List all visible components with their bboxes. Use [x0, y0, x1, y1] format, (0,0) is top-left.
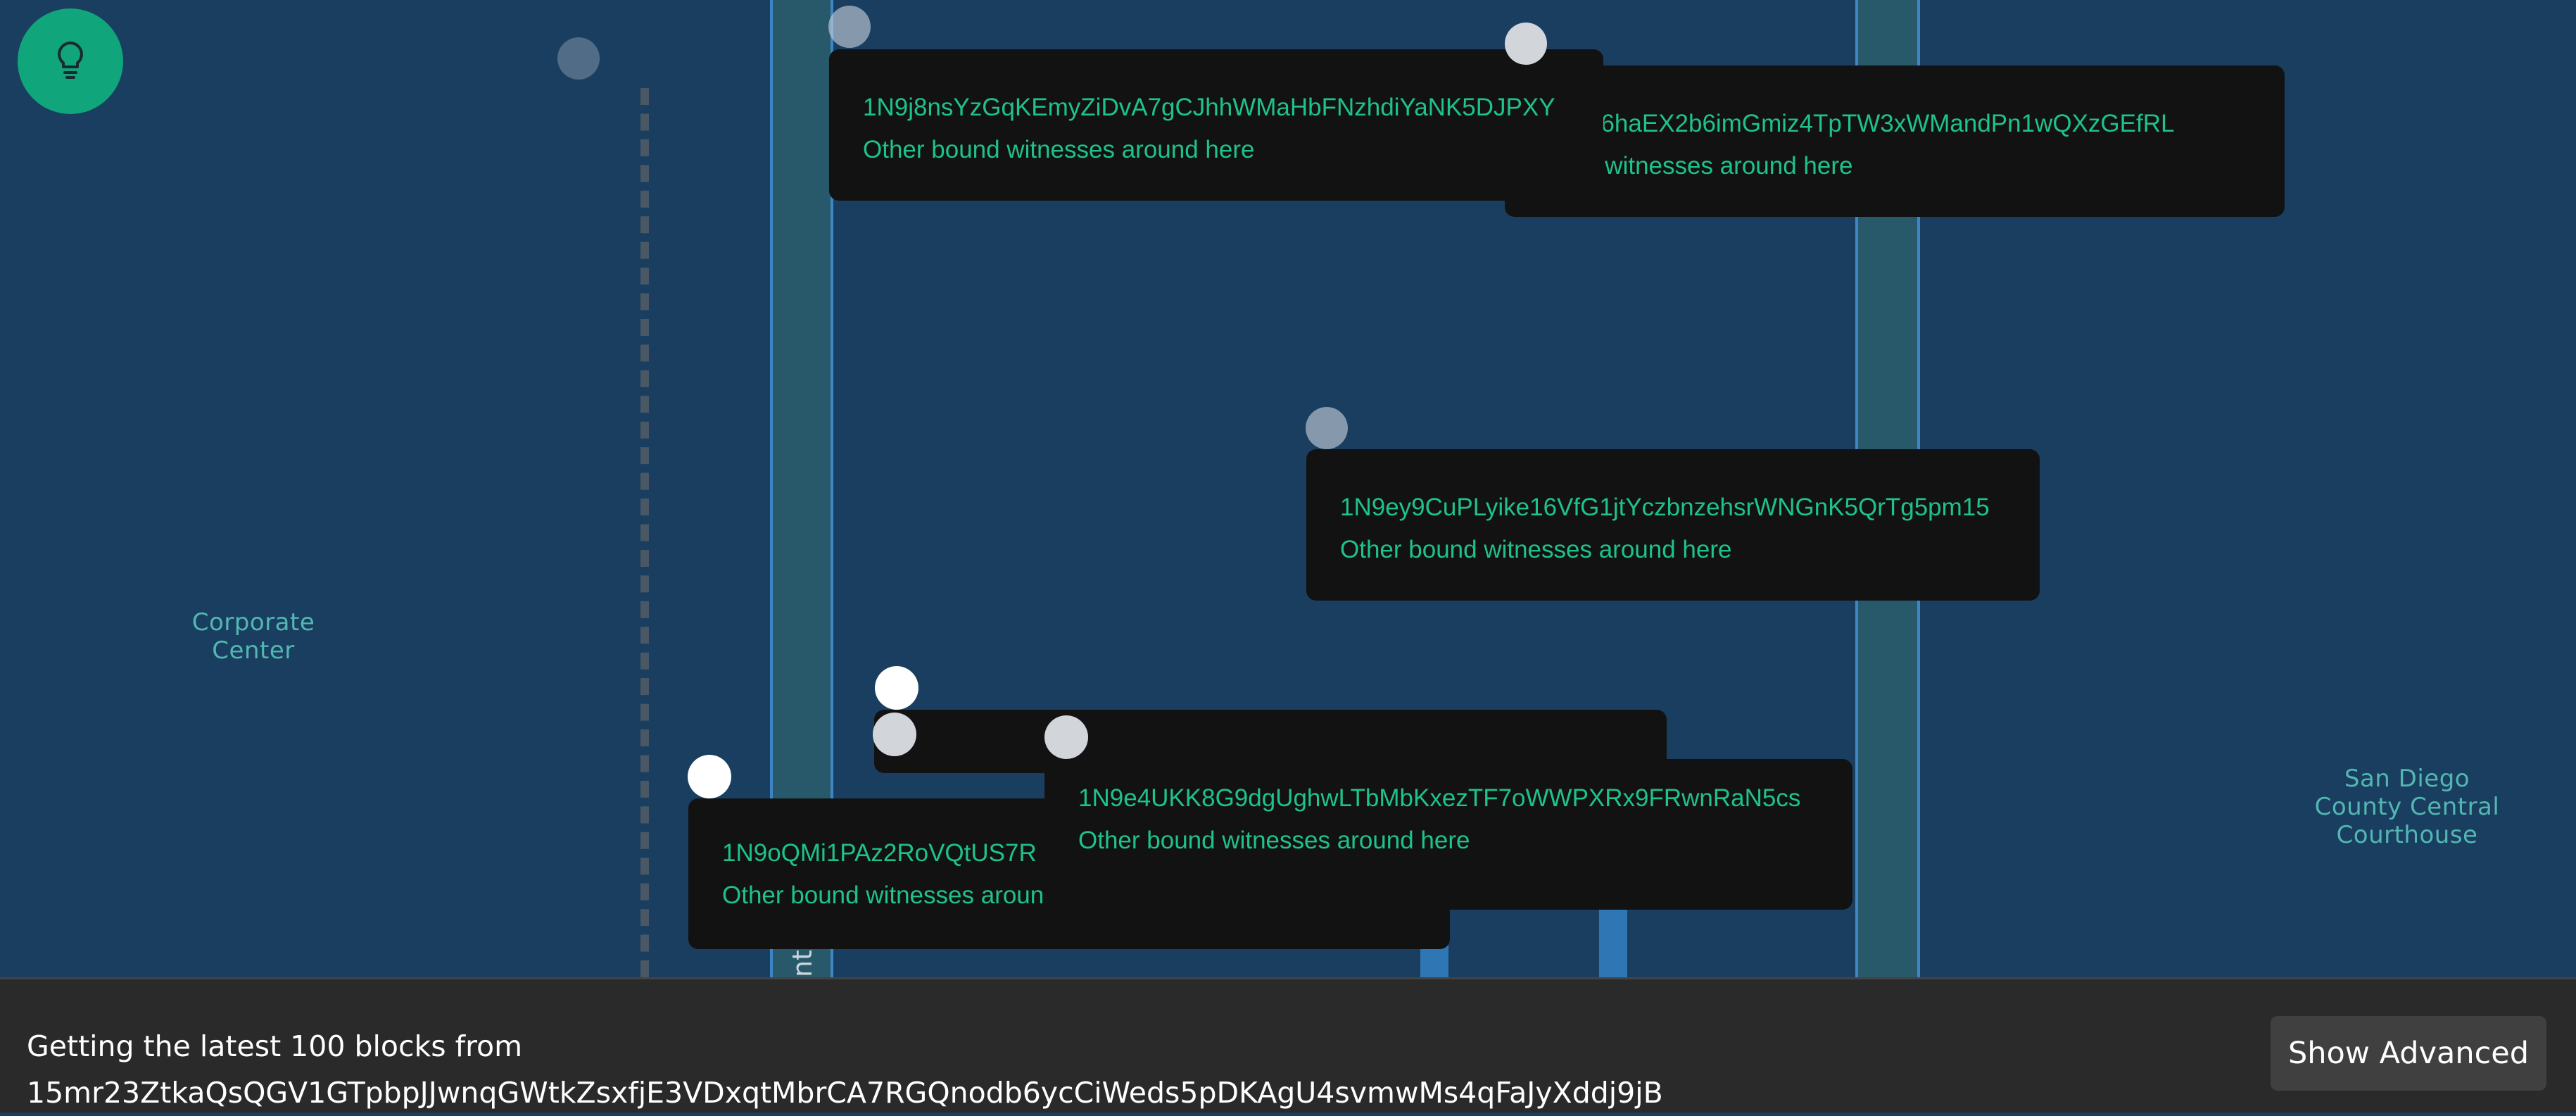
witness-marker[interactable]	[1306, 407, 1348, 449]
witness-marker[interactable]	[1505, 23, 1547, 65]
witness-marker[interactable]	[828, 6, 871, 48]
status-line: Getting the latest 100 blocks from	[27, 1029, 523, 1063]
witness-address[interactable]: 1N9e4UKK8G9dgUghwLTbMbKxezTF7oWWPXRx9FRw…	[1078, 777, 1819, 820]
lightbulb-icon	[55, 40, 86, 83]
map-view[interactable]: nt Corporate Center San Diego County Cen…	[0, 0, 2576, 977]
witness-subtitle: Other bound witnesses around here	[1078, 827, 1470, 854]
witness-popup[interactable]: 1N9ey9CuPLyike16VfG1jtYczbnzehsrWNGnK5Qr…	[1306, 449, 2040, 601]
place-label-corporate-center: Corporate Center	[191, 608, 315, 665]
witness-address[interactable]: 1N9j8nsYzGqKEmyZiDvA7gCJhhWMaHbFNzhdiYaN…	[863, 87, 1570, 129]
witness-subtitle: Other bound witnesses around here	[1505, 152, 1853, 180]
witness-marker[interactable]	[688, 755, 731, 798]
status-bar: Getting the latest 100 blocks from 15mr2…	[0, 977, 2576, 1112]
witness-marker[interactable]	[875, 666, 918, 710]
rail-line	[640, 88, 649, 977]
status-address: 15mr23ZtkaQsQGV1GTpbpJJwnqGWtkZsxfjE3VDx…	[27, 1076, 1663, 1110]
witness-popup[interactable]: 1N9e4UKK8G9dgUghwLTbMbKxezTF7oWWPXRx9FRw…	[1044, 759, 1852, 910]
tips-button[interactable]	[18, 8, 123, 114]
show-advanced-button[interactable]: Show Advanced	[2271, 1016, 2546, 1091]
witness-popup[interactable]: 1N9j8nsYzGqKEmyZiDvA7gCJhhWMaHbFNzhdiYaN…	[829, 49, 1603, 201]
witness-marker[interactable]	[557, 37, 600, 80]
witness-popup[interactable]: 1N9hP4ucfN6haEX2b6imGmiz4TpTW3xWMandPn1w…	[1505, 65, 2285, 217]
witness-address[interactable]: 1N9hP4ucfN6haEX2b6imGmiz4TpTW3xWMandPn1w…	[1505, 103, 2251, 145]
witness-marker[interactable]	[1044, 715, 1088, 759]
status-text: Getting the latest 100 blocks from 15mr2…	[27, 1023, 1663, 1116]
street-label: nt	[787, 950, 818, 977]
place-label-courthouse: San Diego County Central Courthouse	[2314, 765, 2500, 849]
witness-marker[interactable]	[873, 713, 916, 756]
witness-address[interactable]: 1N9ey9CuPLyike16VfG1jtYczbnzehsrWNGnK5Qr…	[1340, 487, 2006, 529]
witness-subtitle: Other bound witnesses around here	[1340, 536, 1732, 563]
witness-subtitle: Other bound witnesses around here	[863, 136, 1255, 163]
